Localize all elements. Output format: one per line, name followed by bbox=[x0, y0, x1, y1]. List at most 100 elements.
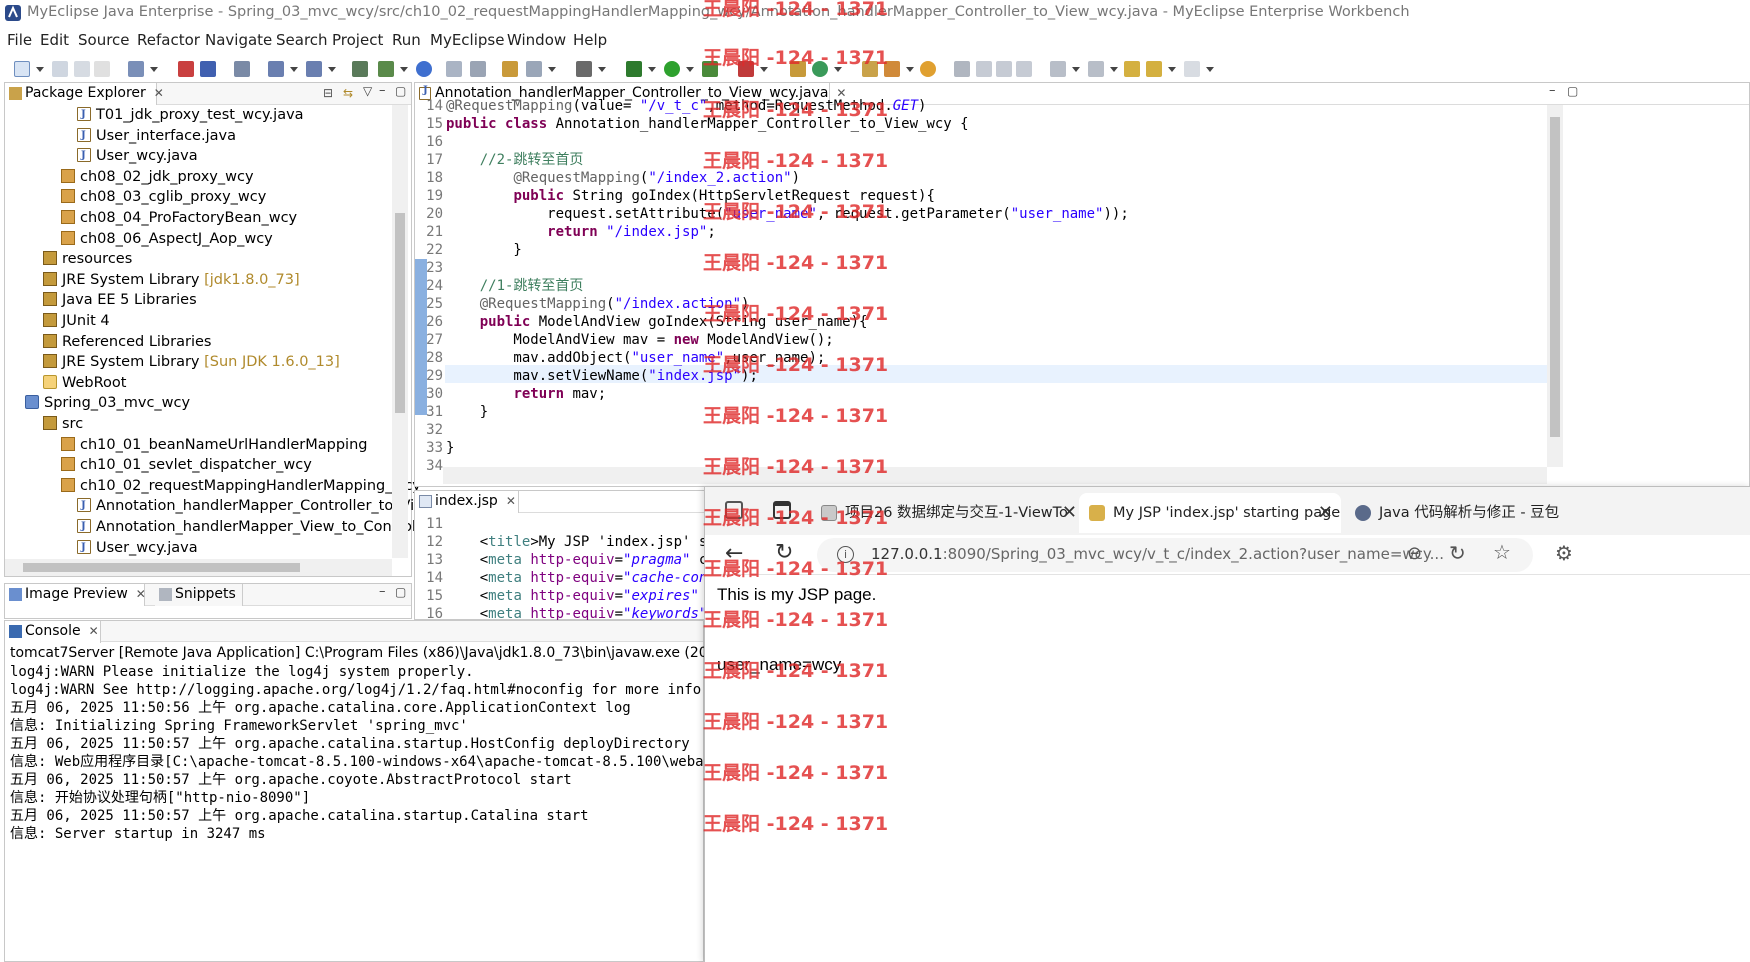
task-icon[interactable] bbox=[920, 61, 936, 77]
scroll-thumb[interactable] bbox=[1550, 117, 1560, 437]
back-icon[interactable] bbox=[1146, 61, 1162, 77]
menu-help[interactable]: Help bbox=[573, 31, 607, 49]
close-icon[interactable]: ✕ bbox=[136, 587, 146, 601]
coverage-icon[interactable] bbox=[812, 61, 828, 77]
chevron-down-icon[interactable] bbox=[598, 67, 606, 72]
close-tab-icon[interactable]: ✕ bbox=[1062, 493, 1077, 533]
menu-myeclipse[interactable]: MyEclipse bbox=[430, 31, 504, 49]
tab-console[interactable]: Console ✕ bbox=[5, 621, 101, 643]
web-tools-icon[interactable] bbox=[306, 61, 322, 77]
close-tab-icon[interactable]: ✕ bbox=[1318, 493, 1333, 533]
camera-icon[interactable] bbox=[576, 61, 592, 77]
tab-snippets[interactable]: Snippets bbox=[155, 584, 243, 606]
tree-item[interactable]: resources bbox=[43, 249, 132, 269]
address-bar[interactable]: i 127.0.0.1:8090/Spring_03_mvc_wcy/v_t_c… bbox=[817, 538, 1533, 572]
site-info-icon[interactable]: i bbox=[837, 546, 854, 563]
maximize-icon[interactable]: ▢ bbox=[1567, 84, 1578, 98]
tree-item[interactable]: WebRoot bbox=[43, 373, 126, 393]
extensions-icon[interactable]: ⚙ bbox=[1555, 541, 1573, 565]
server-icon[interactable] bbox=[200, 61, 216, 77]
chevron-down-icon[interactable] bbox=[760, 67, 768, 72]
minimize-icon[interactable]: – bbox=[379, 83, 386, 98]
print-icon[interactable] bbox=[94, 61, 110, 77]
close-icon[interactable]: ✕ bbox=[154, 86, 164, 100]
chevron-down-icon[interactable] bbox=[290, 67, 298, 72]
tree-item[interactable]: JRE System Library [Sun JDK 1.6.0_13] bbox=[43, 352, 340, 372]
open-perspective-icon[interactable] bbox=[268, 61, 284, 77]
tree-item[interactable]: JUnit 4 bbox=[43, 311, 110, 331]
tree-item[interactable]: T01_jdk_proxy_test_wcy.java bbox=[77, 105, 304, 125]
tree-item[interactable]: ch10_01_beanNameUrlHandlerMapping bbox=[61, 435, 367, 455]
tree-item[interactable]: ch10_02_requestMappingHandlerMapping_wcy bbox=[61, 476, 421, 496]
chevron-down-icon[interactable] bbox=[548, 67, 556, 72]
search-tool-icon[interactable] bbox=[526, 61, 542, 77]
debug-icon[interactable] bbox=[626, 61, 642, 77]
close-icon[interactable]: ✕ bbox=[89, 624, 99, 638]
menu-project[interactable]: Project bbox=[332, 31, 383, 49]
show-whitespace-icon[interactable] bbox=[1016, 61, 1032, 77]
chevron-down-icon[interactable] bbox=[686, 67, 694, 72]
menu-refactor[interactable]: Refactor bbox=[137, 31, 200, 49]
tree-item[interactable]: Annotation_handlerMapper_View_to_Control bbox=[77, 517, 416, 537]
back-arrow-icon[interactable]: ← bbox=[725, 541, 743, 566]
tree-item[interactable]: Annotation_handlerMapper_Controller_to_V… bbox=[77, 496, 414, 516]
minimize-icon[interactable]: – bbox=[1549, 83, 1556, 98]
tree-item[interactable]: ch08_03_cglib_proxy_wcy bbox=[61, 187, 266, 207]
tree-item[interactable]: src bbox=[43, 414, 83, 434]
maximize-icon[interactable]: ▢ bbox=[395, 585, 406, 599]
block-select-icon[interactable] bbox=[996, 61, 1012, 77]
menu-navigate[interactable]: Navigate bbox=[205, 31, 272, 49]
run-server-icon[interactable] bbox=[702, 61, 718, 77]
chevron-down-icon[interactable] bbox=[1168, 67, 1176, 72]
tree-item[interactable]: User_wcy.java bbox=[77, 538, 198, 558]
tree-item[interactable]: Spring_03_mvc_wcy bbox=[25, 393, 190, 413]
favorite-star-icon[interactable]: ☆ bbox=[1493, 540, 1511, 564]
zoom-icon[interactable]: ⊖ bbox=[1407, 543, 1422, 564]
mark-occurrences-icon[interactable] bbox=[976, 61, 992, 77]
collapse-all-icon[interactable]: ⊟ bbox=[323, 86, 333, 100]
chevron-down-icon[interactable] bbox=[150, 67, 158, 72]
maximize-icon[interactable]: ▢ bbox=[395, 84, 406, 98]
open-folder-icon[interactable] bbox=[862, 61, 878, 77]
save-all-icon[interactable] bbox=[74, 61, 90, 77]
chevron-down-icon[interactable] bbox=[36, 67, 44, 72]
open-type-icon[interactable] bbox=[234, 61, 250, 77]
scroll-thumb[interactable] bbox=[395, 213, 405, 413]
pencil-icon[interactable] bbox=[884, 61, 900, 77]
tree-item[interactable]: User_interface.java bbox=[77, 126, 236, 146]
run-icon[interactable] bbox=[664, 61, 680, 77]
new-icon[interactable] bbox=[14, 61, 30, 77]
browser-tab-2[interactable]: My JSP 'index.jsp' starting page ✕ bbox=[1079, 493, 1341, 533]
chevron-down-icon[interactable] bbox=[1206, 67, 1214, 72]
save-icon[interactable] bbox=[52, 61, 68, 77]
close-icon[interactable]: ✕ bbox=[506, 494, 516, 508]
minimize-icon[interactable]: – bbox=[379, 584, 386, 599]
chevron-down-icon[interactable] bbox=[328, 67, 336, 72]
browser-tab-3[interactable]: Java 代码解析与修正 - 豆包 bbox=[1345, 493, 1750, 533]
chevron-down-icon[interactable] bbox=[834, 67, 842, 72]
chevron-down-icon[interactable] bbox=[906, 67, 914, 72]
url-text[interactable]: 127.0.0.1:8090/Spring_03_mvc_wcy/v_t_c/i… bbox=[871, 545, 1444, 563]
annotation-icon[interactable] bbox=[954, 61, 970, 77]
tab-package-explorer[interactable]: Package Explorer ✕ bbox=[5, 83, 164, 105]
chevron-down-icon[interactable] bbox=[400, 67, 408, 72]
prev-annotation-icon[interactable] bbox=[1088, 61, 1104, 77]
menu-source[interactable]: Source bbox=[78, 31, 130, 49]
forward-icon[interactable] bbox=[1184, 61, 1200, 77]
chevron-down-icon[interactable] bbox=[1072, 67, 1080, 72]
tree-item[interactable]: Referenced Libraries bbox=[43, 332, 211, 352]
deploy-app-icon[interactable] bbox=[378, 61, 394, 77]
refresh-icon[interactable] bbox=[470, 61, 486, 77]
view-menu-icon[interactable]: ▽ bbox=[363, 84, 372, 98]
menu-file[interactable]: File bbox=[7, 31, 32, 49]
new-class-icon[interactable] bbox=[790, 61, 806, 77]
tree-item[interactable]: Java EE 5 Libraries bbox=[43, 290, 197, 310]
menu-search[interactable]: Search bbox=[276, 31, 328, 49]
browser-icon[interactable] bbox=[416, 61, 432, 77]
menu-edit[interactable]: Edit bbox=[40, 31, 69, 49]
browser-tab-1[interactable]: 项目26 数据绑定与交互-1-ViewTo ✕ bbox=[811, 493, 1077, 533]
tree-item[interactable]: JRE System Library [jdk1.8.0_73] bbox=[43, 270, 300, 290]
chevron-down-icon[interactable] bbox=[648, 67, 656, 72]
tree-item[interactable]: User_wcy.java bbox=[77, 146, 198, 166]
editor-vscrollbar[interactable] bbox=[1547, 105, 1563, 467]
